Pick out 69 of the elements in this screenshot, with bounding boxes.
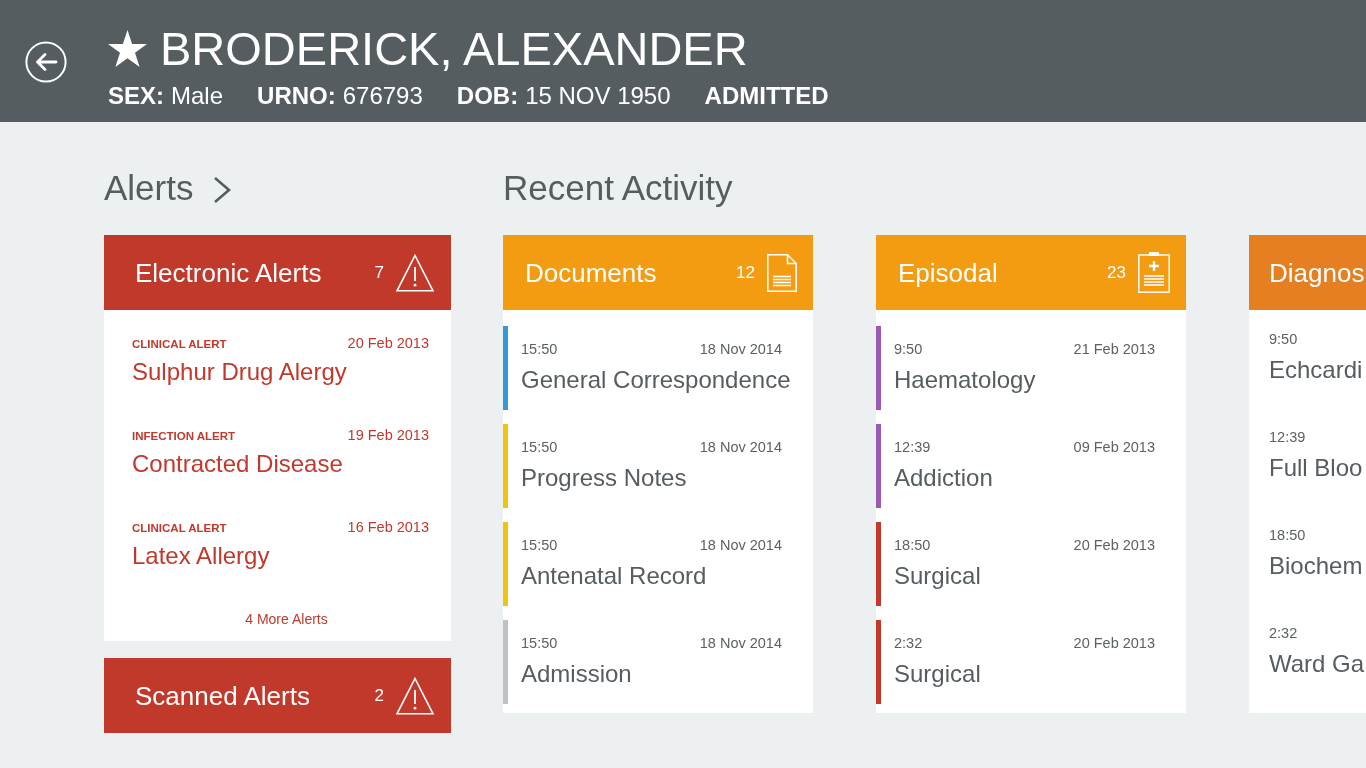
activity-title[interactable]: Full Bloo xyxy=(1269,454,1363,482)
activity-title[interactable]: Surgical xyxy=(894,660,981,688)
count-label: 12 xyxy=(736,262,755,283)
time-label: 9:50 xyxy=(894,340,923,358)
back-icon[interactable] xyxy=(25,41,67,83)
date-label: 18 Nov 2014 xyxy=(699,438,782,456)
activity-title[interactable]: Echcardi xyxy=(1269,356,1363,384)
date-label: 19 Feb 2013 xyxy=(347,426,429,444)
activity-title[interactable]: Ward Ga xyxy=(1269,650,1365,678)
date-label: 21 Feb 2013 xyxy=(1073,340,1155,358)
document-icon xyxy=(767,253,797,292)
time-label: 18:50 xyxy=(1269,526,1306,544)
activity-title[interactable]: Progress Notes xyxy=(521,464,687,492)
time-label: 2:32 xyxy=(894,634,923,652)
detail-value: 676793 xyxy=(342,84,423,108)
alert-card-header[interactable]: Electronic Alerts 7 xyxy=(104,235,451,310)
alert-type-label: INFECTION ALERT xyxy=(132,429,236,444)
date-label: 18 Nov 2014 xyxy=(699,340,782,358)
card-title: Documents xyxy=(525,257,657,288)
section-heading: Recent Activity xyxy=(503,170,733,205)
activity-title[interactable]: Antenatal Record xyxy=(521,562,707,590)
alert-type-label: CLINICAL ALERT xyxy=(132,337,227,352)
time-label: 12:39 xyxy=(894,438,931,456)
activity-title[interactable]: Surgical xyxy=(894,562,981,590)
time-label: 18:50 xyxy=(894,536,931,554)
time-label: 2:32 xyxy=(1269,624,1298,642)
detail-value: Male xyxy=(171,84,224,108)
detail-label: SEX: xyxy=(108,84,164,108)
activity-title[interactable]: General Correspondence xyxy=(521,366,791,394)
activity-title[interactable]: Addiction xyxy=(894,464,993,492)
card-title: Scanned Alerts xyxy=(135,680,310,711)
card-title: Electronic Alerts xyxy=(135,257,322,288)
activity-title[interactable]: Admission xyxy=(521,660,632,688)
card-title: Episodal xyxy=(898,257,998,288)
date-label: 09 Feb 2013 xyxy=(1073,438,1155,456)
time-label: 9:50 xyxy=(1269,330,1298,348)
time-label: 15:50 xyxy=(521,438,558,456)
date-label: 20 Feb 2013 xyxy=(347,334,429,352)
count-label: 2 xyxy=(374,685,384,706)
date-label: 20 Feb 2013 xyxy=(1073,536,1155,554)
clipboard-icon xyxy=(1138,252,1170,293)
detail-value: 15 NOV 1950 xyxy=(525,84,671,108)
count-label: 7 xyxy=(374,262,384,283)
warning-icon xyxy=(396,253,434,292)
activity-title[interactable]: Biochem xyxy=(1269,552,1363,580)
detail-label: DOB: xyxy=(456,84,519,108)
section-heading[interactable]: Alerts xyxy=(104,170,194,205)
detail-label: URNO: xyxy=(257,84,336,108)
patient-name: BRODERICK, ALEXANDER xyxy=(160,25,748,72)
time-label: 12:39 xyxy=(1269,428,1306,446)
more-alerts-link[interactable]: 4 More Alerts xyxy=(245,611,328,627)
date-label: 16 Feb 2013 xyxy=(347,518,429,536)
time-label: 15:50 xyxy=(521,536,558,554)
alert-type-label: CLINICAL ALERT xyxy=(132,521,227,536)
alert-title[interactable]: Sulphur Drug Alergy xyxy=(132,358,347,386)
alert-card-header[interactable]: Scanned Alerts 2 xyxy=(104,658,451,733)
card-title: Diagnos xyxy=(1269,257,1365,288)
count-label: 23 xyxy=(1107,262,1126,283)
date-label: 20 Feb 2013 xyxy=(1073,634,1155,652)
date-label: 18 Nov 2014 xyxy=(699,536,782,554)
date-label: 18 Nov 2014 xyxy=(699,634,782,652)
admission-status: ADMITTED xyxy=(704,84,829,108)
warning-icon xyxy=(396,676,434,715)
alert-title[interactable]: Latex Allergy xyxy=(132,542,270,570)
activity-title[interactable]: Haematology xyxy=(894,366,1036,394)
time-label: 15:50 xyxy=(521,340,558,358)
time-label: 15:50 xyxy=(521,634,558,652)
alert-title[interactable]: Contracted Disease xyxy=(132,450,343,478)
chevron-right-icon[interactable] xyxy=(213,175,232,204)
